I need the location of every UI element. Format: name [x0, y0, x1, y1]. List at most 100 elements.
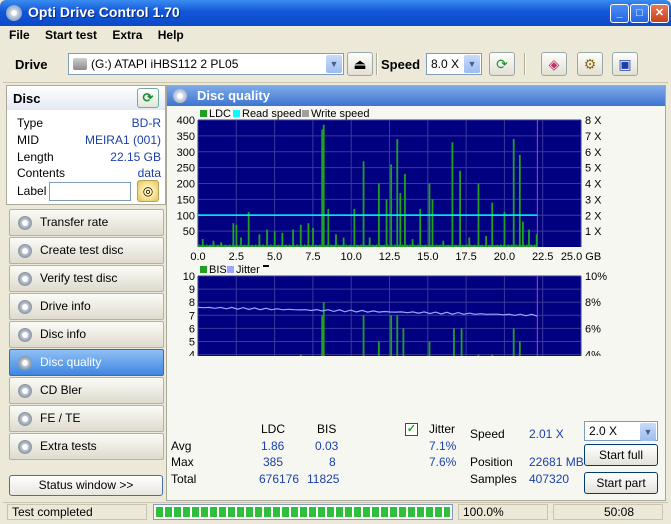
- ldc-bar: [345, 244, 347, 247]
- y-tick-label: 100: [177, 210, 195, 222]
- drive-select[interactable]: (G:) ATAPI iHBS112 2 PL05 ▼: [68, 53, 344, 75]
- eject-button[interactable]: ⏏: [347, 52, 373, 76]
- ldc-bar: [509, 245, 511, 247]
- stats-avg-label: Avg: [171, 439, 192, 453]
- nav-disc-quality[interactable]: Disc quality: [9, 349, 164, 376]
- y-tick-label: 6: [189, 323, 195, 335]
- ldc-spike: [335, 234, 337, 247]
- ldc-bar: [437, 245, 439, 247]
- nav-label: Disc quality: [40, 355, 102, 369]
- jitter-checkbox[interactable]: ✓: [405, 423, 418, 436]
- status-window-button[interactable]: Status window >>: [9, 475, 163, 496]
- close-button[interactable]: ✕: [650, 4, 669, 23]
- ldc-bar: [316, 244, 318, 247]
- disc-header: Disc ⟳: [7, 86, 165, 110]
- nav-extra-tests[interactable]: Extra tests: [9, 433, 164, 460]
- erase-button[interactable]: ◈: [541, 52, 567, 76]
- chevron-down-icon[interactable]: ▼: [640, 423, 656, 441]
- ldc-bar: [215, 245, 217, 247]
- nav-label: Extra tests: [40, 439, 97, 453]
- legend-jitter-swatch: [227, 266, 234, 273]
- ldc-bar: [303, 244, 306, 247]
- y-tick-label: 4: [189, 350, 195, 356]
- disc-refresh-button[interactable]: ⟳: [137, 88, 159, 108]
- ldc-spike: [385, 199, 388, 247]
- ldc-bar: [515, 244, 517, 247]
- chevron-down-icon[interactable]: ▼: [464, 55, 480, 73]
- ldc-bar: [270, 244, 272, 247]
- maximize-button[interactable]: □: [630, 4, 649, 23]
- ldc-bar: [339, 245, 341, 247]
- ldc-bar: [417, 244, 419, 247]
- save-button[interactable]: ▣: [612, 52, 638, 76]
- legend-bis: BIS: [209, 264, 227, 276]
- ldc-bar: [466, 244, 468, 247]
- ldc-spike: [503, 212, 506, 247]
- ldc-bar: [382, 245, 384, 247]
- nav-create-test-disc[interactable]: Create test disc: [9, 237, 164, 264]
- app-disc-icon: [6, 5, 22, 21]
- nav-transfer-rate[interactable]: Transfer rate: [9, 209, 164, 236]
- progress-percent: 100.0%: [458, 504, 548, 520]
- ldc-bar: [374, 245, 376, 247]
- nav-drive-info[interactable]: Drive info: [9, 293, 164, 320]
- disc-icon: [18, 244, 32, 258]
- test-speed-select[interactable]: 2.0 X ▼: [584, 421, 658, 441]
- ldc-bar: [392, 245, 395, 247]
- disc-mid-key: MID: [17, 133, 39, 147]
- ldc-bar: [297, 245, 300, 247]
- label-apply-button[interactable]: ◎: [137, 180, 159, 202]
- ldc-bar: [355, 244, 358, 247]
- menu-help[interactable]: Help: [152, 26, 190, 44]
- disc-length-value: 22.15 GB: [110, 150, 161, 164]
- ldc-bar: [331, 245, 334, 247]
- y-tick-label: 10: [183, 271, 195, 283]
- ldc-bar: [406, 244, 409, 247]
- menu-start-test[interactable]: Start test: [39, 26, 103, 44]
- ldc-bar: [242, 245, 245, 247]
- start-full-button[interactable]: Start full: [584, 444, 658, 466]
- ldc-bar: [205, 244, 208, 247]
- speed-select[interactable]: 8.0 X ▼: [426, 53, 482, 75]
- nav-fe-te[interactable]: FE / TE: [9, 405, 164, 432]
- chevron-down-icon[interactable]: ▼: [326, 55, 342, 73]
- ldc-bar: [506, 245, 508, 247]
- ldc-bar: [276, 245, 278, 247]
- ldc-bar: [495, 244, 497, 247]
- ldc-spike: [232, 223, 235, 247]
- ldc-bar: [199, 245, 202, 247]
- settings-button[interactable]: ⚙: [577, 52, 603, 76]
- ldc-bar: [294, 245, 297, 247]
- ldc-bar: [288, 244, 291, 247]
- speed-stat-label: Speed: [470, 427, 505, 441]
- nav-disc-info[interactable]: Disc info: [9, 321, 164, 348]
- nav-cd-bler[interactable]: CD Bler: [9, 377, 164, 404]
- ldc-bar: [470, 245, 473, 247]
- y-tick-label: 8: [189, 297, 195, 309]
- y2-tick-label: 8 X: [585, 115, 602, 127]
- disc-label-input[interactable]: [49, 182, 131, 201]
- ldc-bar: [216, 244, 219, 247]
- refresh-speed-button[interactable]: ⟳: [489, 52, 515, 76]
- nav-verify-test-disc[interactable]: Verify test disc: [9, 265, 164, 292]
- x-tick-label: 17.5: [455, 251, 476, 263]
- menu-extra[interactable]: Extra: [106, 26, 148, 44]
- menu-file[interactable]: File: [3, 26, 36, 44]
- ldc-spike: [512, 139, 515, 247]
- y2-tick-label: 6%: [585, 323, 601, 335]
- ldc-bar: [435, 244, 438, 247]
- stats-total-label: Total: [171, 472, 197, 486]
- stats-header-bis: BIS: [317, 422, 337, 436]
- ldc-bar: [290, 245, 292, 247]
- status-bar: Test completed 100.0% 50:08: [3, 502, 668, 521]
- ldc-bar: [314, 244, 317, 247]
- ldc-bar: [461, 244, 464, 247]
- stats-total-ldc: 676176: [259, 472, 300, 486]
- stats-max-ldc: 385: [263, 455, 284, 469]
- ldc-bar: [380, 245, 383, 247]
- ldc-bar: [472, 245, 474, 247]
- ldc-spike: [312, 227, 314, 247]
- start-part-button[interactable]: Start part: [584, 472, 658, 494]
- minimize-button[interactable]: _: [610, 4, 629, 23]
- ldc-spike: [266, 229, 268, 247]
